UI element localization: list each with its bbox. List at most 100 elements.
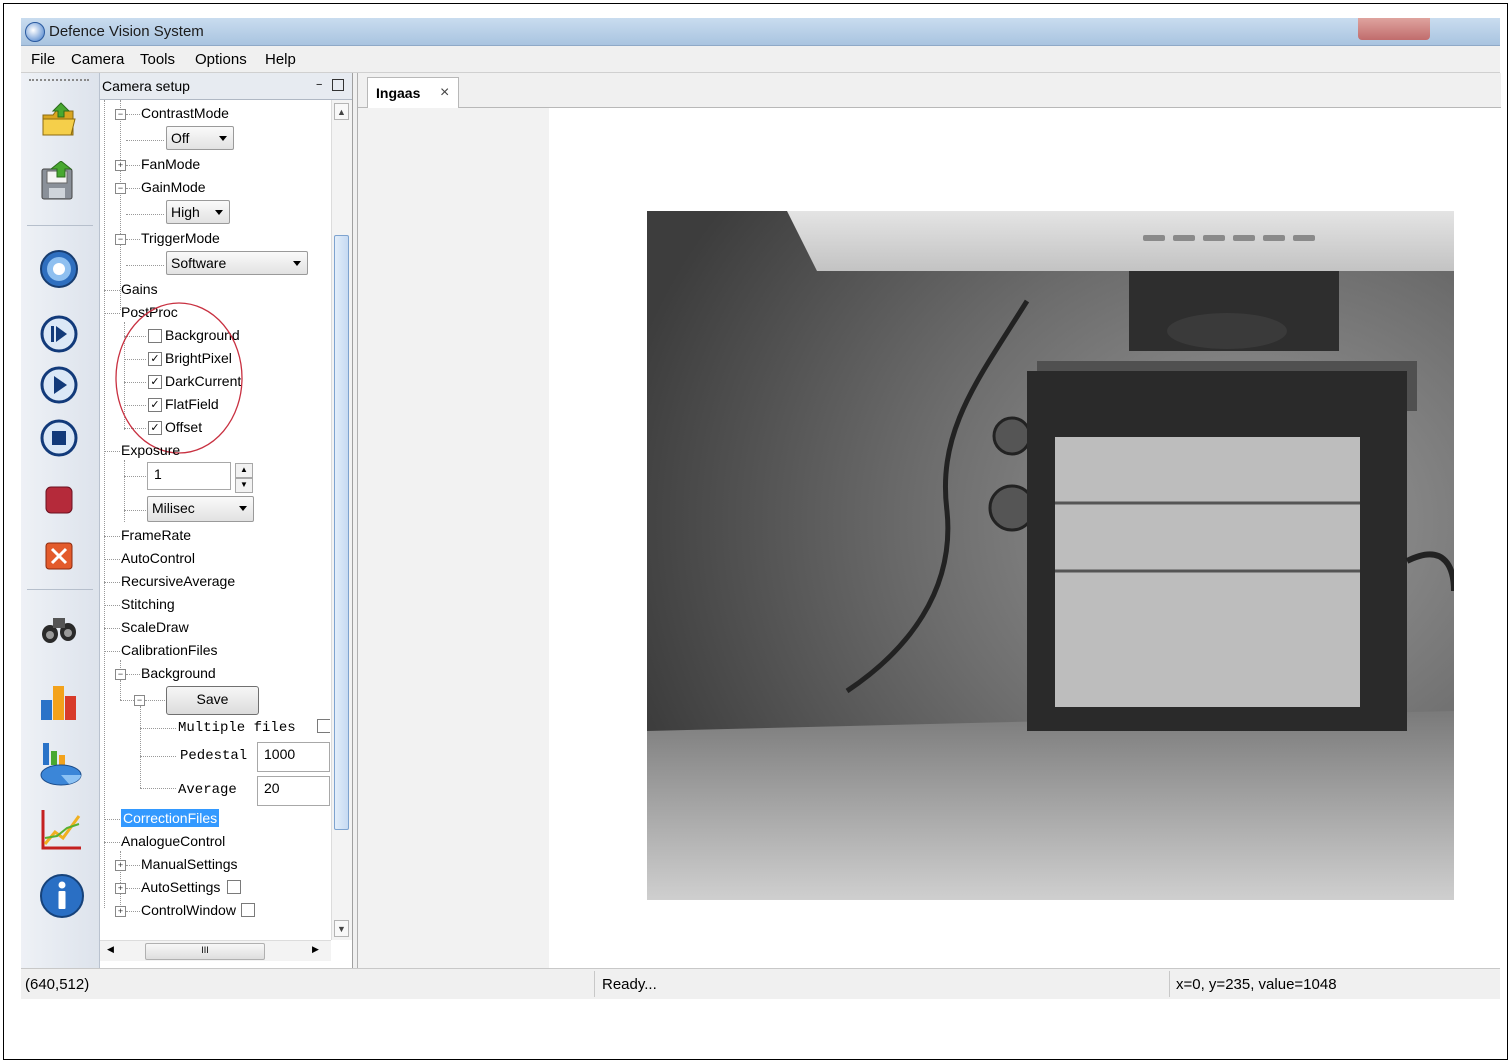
close-icon[interactable] xyxy=(39,536,79,576)
record-icon[interactable] xyxy=(39,480,79,520)
expander-minus-icon[interactable]: − xyxy=(134,695,145,706)
exposure-value-input[interactable]: 1 xyxy=(147,462,231,490)
tree-connector xyxy=(104,536,120,537)
save-button[interactable]: Save xyxy=(166,686,259,715)
pie-chart-icon[interactable] xyxy=(39,741,82,786)
status-pixel-info: x=0, y=235, value=1048 xyxy=(1176,976,1337,993)
node-contrast-mode[interactable]: ContrastMode xyxy=(141,105,229,121)
trigger-mode-select[interactable]: Software xyxy=(166,251,308,275)
node-fan-mode[interactable]: FanMode xyxy=(141,156,200,172)
exposure-unit-select[interactable]: Milisec xyxy=(147,496,254,522)
panel-vertical-scrollbar[interactable]: ▲ ▼ xyxy=(331,100,352,940)
node-control-window[interactable]: ControlWindow xyxy=(141,902,236,918)
node-stitching[interactable]: Stitching xyxy=(121,596,175,612)
gain-mode-value: High xyxy=(171,204,200,220)
gain-mode-select[interactable]: High xyxy=(166,200,230,224)
tree-connector xyxy=(124,476,146,477)
chevron-down-icon xyxy=(239,506,247,511)
node-exposure[interactable]: Exposure xyxy=(121,442,180,458)
node-frame-rate[interactable]: FrameRate xyxy=(121,527,191,543)
auto-settings-checkbox[interactable] xyxy=(227,880,241,894)
contrast-mode-value: Off xyxy=(171,130,190,146)
menu-help[interactable]: Help xyxy=(265,51,296,68)
window-close-button[interactable] xyxy=(1358,18,1430,40)
save-icon[interactable] xyxy=(39,160,79,201)
contrast-mode-select[interactable]: Off xyxy=(166,126,234,150)
menu-tools[interactable]: Tools xyxy=(140,51,175,68)
open-folder-icon[interactable] xyxy=(39,101,79,141)
step-play-icon[interactable] xyxy=(39,314,79,354)
tab-close-icon[interactable]: × xyxy=(440,84,449,102)
tree-connector xyxy=(104,628,120,629)
horizontal-scroll-thumb[interactable]: III xyxy=(145,943,265,960)
status-message: Ready... xyxy=(602,976,657,993)
camera-image[interactable] xyxy=(647,211,1454,900)
camera-capture-icon[interactable] xyxy=(39,249,79,289)
tree-connector xyxy=(104,451,120,452)
scroll-down-icon[interactable]: ▼ xyxy=(334,920,349,937)
node-calibration-files[interactable]: CalibrationFiles xyxy=(121,642,217,658)
node-analogue-control[interactable]: AnalogueControl xyxy=(121,833,225,849)
expander-plus-icon[interactable]: + xyxy=(115,883,126,894)
panel-pin-icon[interactable]: − xyxy=(316,79,322,91)
node-gain-mode[interactable]: GainMode xyxy=(141,179,206,195)
tree-connector xyxy=(104,651,120,652)
node-calibration-background[interactable]: Background xyxy=(141,665,216,681)
tree-connector xyxy=(126,865,140,866)
expander-minus-icon[interactable]: − xyxy=(115,669,126,680)
document-tab-strip: Ingaas × xyxy=(358,73,1501,108)
app-globe-icon xyxy=(25,22,45,42)
control-window-checkbox[interactable] xyxy=(241,903,255,917)
expander-minus-icon[interactable]: − xyxy=(115,109,126,120)
info-icon[interactable] xyxy=(39,873,84,918)
panel-float-icon[interactable] xyxy=(332,79,344,91)
spin-down-icon[interactable]: ▼ xyxy=(235,478,253,493)
scroll-right-icon[interactable]: ▶ xyxy=(312,944,319,955)
status-bar: (640,512) Ready... x=0, y=235, value=104… xyxy=(21,968,1500,999)
menu-file[interactable]: File xyxy=(31,51,55,68)
expander-plus-icon[interactable]: + xyxy=(115,906,126,917)
scroll-thumb[interactable] xyxy=(334,235,349,830)
average-input[interactable]: 20 xyxy=(257,776,330,806)
menu-camera[interactable]: Camera xyxy=(71,51,124,68)
vertical-toolbar xyxy=(21,73,100,968)
menu-options[interactable]: Options xyxy=(195,51,247,68)
tree-connector xyxy=(126,188,140,189)
line-chart-icon[interactable] xyxy=(39,808,81,850)
tree-guide-line xyxy=(124,460,125,522)
scroll-up-icon[interactable]: ▲ xyxy=(334,103,349,120)
multiple-files-checkbox[interactable] xyxy=(317,719,330,733)
node-correction-files[interactable]: CorrectionFiles xyxy=(121,809,220,827)
toolbar-grip[interactable] xyxy=(29,79,89,83)
panel-horizontal-scrollbar[interactable]: ◀ III ▶ xyxy=(100,940,331,961)
tree-connector xyxy=(126,239,140,240)
node-gains[interactable]: Gains xyxy=(121,281,158,297)
expander-plus-icon[interactable]: + xyxy=(115,160,126,171)
binoculars-icon[interactable] xyxy=(39,608,79,648)
camera-setup-panel: Camera setup − − ContrastMode Off + FanM… xyxy=(100,73,353,968)
node-manual-settings[interactable]: ManualSettings xyxy=(141,856,238,872)
settings-tree: − ContrastMode Off + FanMode − GainMode … xyxy=(100,100,330,940)
tree-connector xyxy=(124,510,146,511)
expander-plus-icon[interactable]: + xyxy=(115,860,126,871)
image-viewer xyxy=(358,108,1501,968)
tab-ingaas-label: Ingaas xyxy=(376,85,421,101)
node-auto-control[interactable]: AutoControl xyxy=(121,550,195,566)
stop-icon[interactable] xyxy=(39,418,79,458)
play-icon[interactable] xyxy=(39,365,79,405)
node-scale-draw[interactable]: ScaleDraw xyxy=(121,619,189,635)
chevron-down-icon xyxy=(293,261,301,266)
tree-connector xyxy=(120,700,134,701)
tree-connector xyxy=(104,819,120,820)
node-recursive-average[interactable]: RecursiveAverage xyxy=(121,573,235,589)
expander-minus-icon[interactable]: − xyxy=(115,183,126,194)
multiple-files-label: Multiple files xyxy=(178,720,296,736)
tab-ingaas[interactable]: Ingaas × xyxy=(367,77,459,108)
node-auto-settings[interactable]: AutoSettings xyxy=(141,879,220,895)
scroll-left-icon[interactable]: ◀ xyxy=(107,944,114,955)
spin-up-icon[interactable]: ▲ xyxy=(235,463,253,478)
expander-minus-icon[interactable]: − xyxy=(115,234,126,245)
pedestal-input[interactable]: 1000 xyxy=(257,742,330,772)
bar-chart-icon[interactable] xyxy=(39,678,79,720)
node-trigger-mode[interactable]: TriggerMode xyxy=(141,230,220,246)
